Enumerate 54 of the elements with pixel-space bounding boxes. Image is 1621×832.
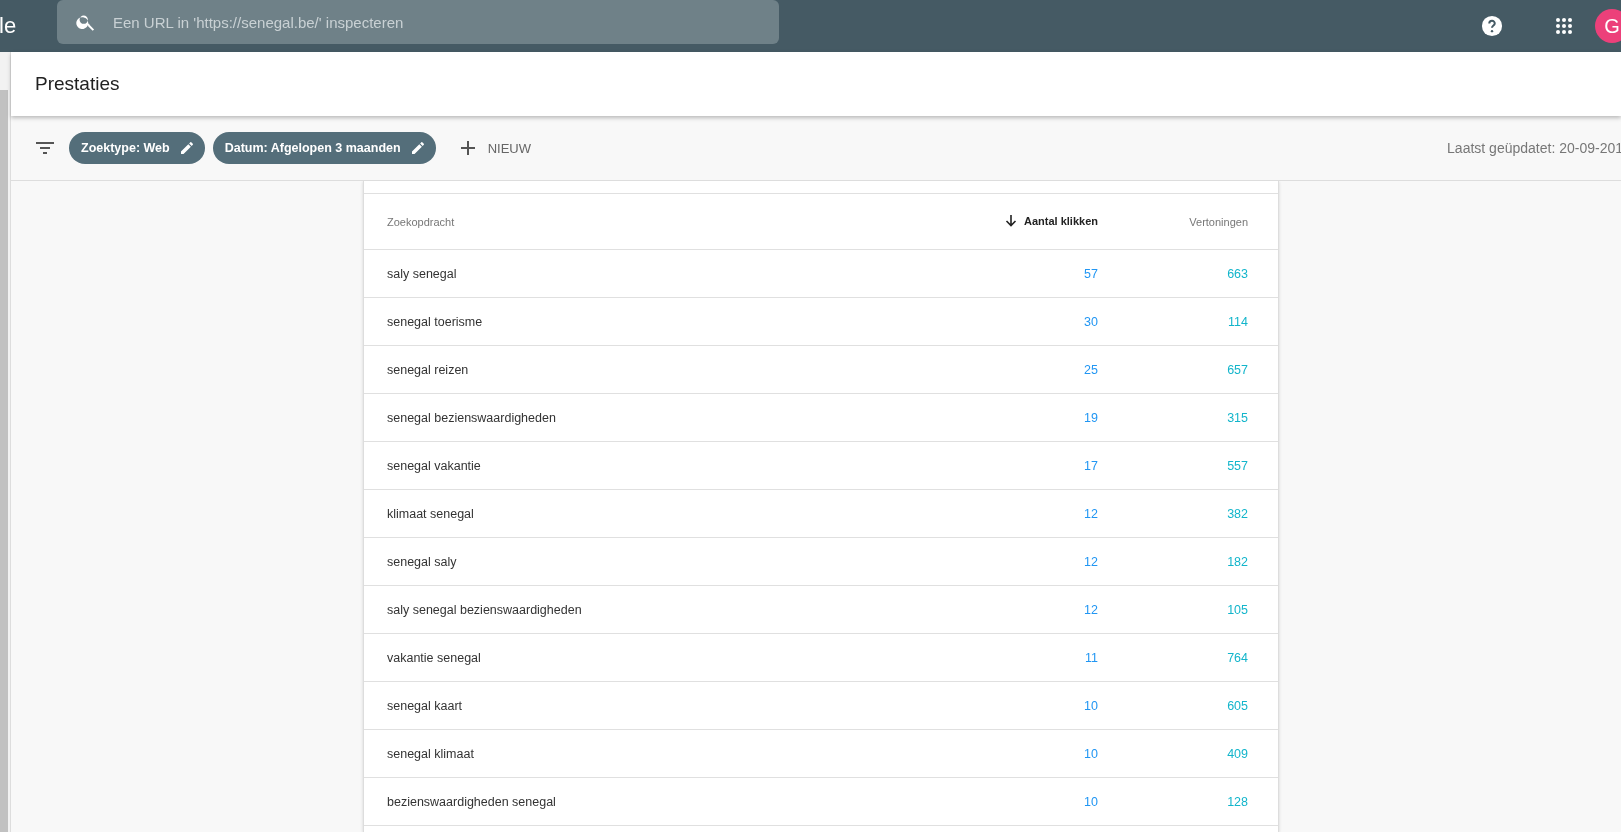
- table-cell: 12: [1084, 602, 1098, 617]
- table-cell: 182: [1227, 554, 1248, 569]
- table-cell: senegal klimaat: [387, 746, 474, 761]
- table-cell: senegal vakantie: [387, 458, 481, 473]
- column-header[interactable]: Aantal klikken: [1005, 214, 1098, 227]
- pencil-icon: [409, 140, 426, 156]
- avatar[interactable]: G: [1595, 9, 1621, 43]
- table-cell: 557: [1227, 458, 1248, 473]
- table-cell: 57: [1084, 266, 1098, 281]
- table-cell: 605: [1227, 698, 1248, 713]
- table-cell: senegal reizen: [387, 362, 469, 377]
- filter-icon[interactable]: [36, 142, 54, 154]
- apps-grid-icon[interactable]: [1555, 17, 1573, 35]
- page-title: Prestaties: [35, 73, 120, 95]
- table-cell: vakantie senegal: [387, 650, 481, 665]
- table-cell: senegal toerisme: [387, 314, 483, 329]
- table-cell: 114: [1228, 314, 1248, 329]
- table-cell: 382: [1227, 506, 1248, 521]
- table-cell: klimaat senegal: [387, 506, 474, 521]
- table-cell: 657: [1227, 362, 1248, 377]
- logo-text: le: [0, 13, 18, 39]
- scrollbar[interactable]: [0, 90, 8, 832]
- help-icon[interactable]: [1481, 15, 1503, 37]
- table-cell: 128: [1227, 794, 1248, 809]
- filter-chip[interactable]: Datum: Afgelopen 3 maanden: [212, 132, 436, 164]
- table-cell: bezienswaardigheden senegal: [387, 794, 556, 809]
- table-cell: saly senegal bezienswaardigheden: [387, 602, 582, 617]
- table-cell: 10: [1084, 794, 1098, 809]
- table-cell: 12: [1084, 506, 1098, 521]
- sort-down-arrow-icon: [1005, 214, 1017, 227]
- table-cell: 25: [1084, 362, 1098, 377]
- table-cell: 10: [1084, 746, 1098, 761]
- table-cell: 19: [1084, 410, 1098, 425]
- table-cell: 12: [1084, 554, 1098, 569]
- search-field[interactable]: Een URL in 'https://senegal.be/' inspecteren: [57, 0, 779, 44]
- filter-chip[interactable]: Zoektype: Web: [69, 132, 205, 164]
- table-cell: senegal bezienswaardigheden: [387, 410, 556, 425]
- table-cell: 315: [1227, 410, 1248, 425]
- plus-icon: [459, 140, 476, 156]
- table-cell: 409: [1227, 746, 1248, 761]
- pencil-icon: [178, 140, 195, 156]
- column-header[interactable]: Zoekopdracht: [387, 215, 455, 228]
- table-cell: 17: [1084, 458, 1098, 473]
- table-cell: senegal saly: [387, 554, 457, 569]
- table-cell: 663: [1227, 266, 1248, 281]
- table-cell: 30: [1084, 314, 1098, 329]
- column-header[interactable]: Vertoningen: [1189, 215, 1248, 228]
- table-cell: 764: [1227, 650, 1248, 665]
- table-cell: senegal kaart: [387, 698, 463, 713]
- table-cell: 105: [1227, 602, 1248, 617]
- table-cell: 10: [1084, 698, 1098, 713]
- new-filter-button[interactable]: NIEUW: [453, 139, 537, 157]
- table-cell: 11: [1085, 650, 1098, 665]
- table-cell: saly senegal: [387, 266, 457, 281]
